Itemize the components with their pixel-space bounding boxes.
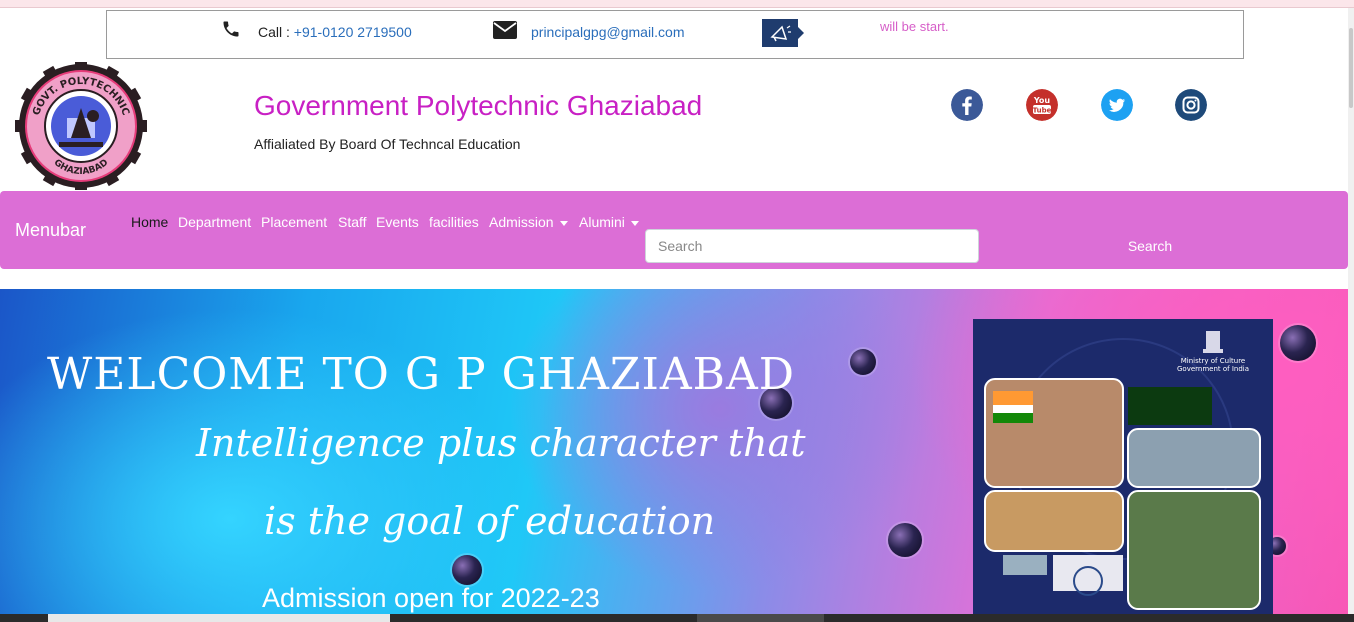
search-input[interactable] [645,229,979,263]
announcement-marquee: will be start. [880,19,949,34]
college-logo: GOVT. POLYTECHNIC GHAZIABAD [15,62,147,190]
hero-quote-line1: Intelligence plus character that [196,421,806,465]
taskbar-window-button[interactable] [697,614,824,622]
mail-icon [493,21,517,39]
chevron-down-icon [559,220,568,226]
instagram-icon[interactable] [1175,89,1207,121]
nav-placement[interactable]: Placement [261,214,327,230]
decorative-drop [1280,325,1316,361]
announcement-badge [762,19,804,47]
site-subtitle: Affialiated By Board Of Techncal Educati… [254,136,521,152]
admission-notice: Admission open for 2022-23 [262,583,600,613]
email-link[interactable]: principalgpg@gmail.com [531,24,685,40]
navbar-brand[interactable]: Menubar [15,220,86,241]
decorative-drop [888,523,922,557]
nav-alumini-label: Alumini [579,214,625,230]
megaphone-icon [770,25,791,42]
decorative-drop [452,555,482,585]
search-button[interactable]: Search [1095,229,1205,263]
twitter-icon[interactable] [1101,89,1133,121]
contact-bar: Call : +91-0120 2719500 principalgpg@gma… [106,10,1244,59]
phone-number-link[interactable]: +91-0120 2719500 [294,24,412,40]
nav-department[interactable]: Department [178,214,251,230]
call-text: Call : +91-0120 2719500 [258,24,412,40]
nav-staff[interactable]: Staff [338,214,367,230]
taskbar-window-button[interactable] [48,614,390,622]
svg-text:Tube: Tube [1033,107,1052,115]
main-navbar: Menubar Home Department Placement Staff … [0,191,1348,269]
emblem-icon [1203,331,1223,353]
page-scrollbar[interactable] [1348,8,1354,614]
nav-alumini-dropdown[interactable]: Alumini [579,214,639,230]
chevron-down-icon [630,220,639,226]
youtube-icon[interactable]: You Tube [1026,89,1058,121]
phone-icon [223,21,239,37]
hero-title: WELCOME TO G P GHAZIABAD [47,349,796,400]
decorative-drop [850,349,876,375]
call-label: Call : [258,24,294,40]
facebook-icon[interactable] [951,89,983,121]
nav-admission-dropdown[interactable]: Admission [489,214,568,230]
poster-caption-line1: Ministry of Culture [1181,357,1245,365]
os-taskbar [0,614,1354,622]
hero-banner: WELCOME TO G P GHAZIABAD Intelligence pl… [0,289,1348,615]
culture-poster[interactable]: Ministry of Culture Government of India [973,319,1273,615]
top-strip [0,0,1354,8]
nav-events[interactable]: Events [376,214,419,230]
nav-facilities[interactable]: facilities [429,214,479,230]
nav-admission-label: Admission [489,214,554,230]
hero-quote-line2: is the goal of education [264,499,716,543]
poster-caption-line2: Government of India [1177,365,1249,373]
nav-home[interactable]: Home [131,214,168,230]
scrollbar-thumb[interactable] [1349,28,1353,108]
site-title: Government Polytechnic Ghaziabad [254,90,703,121]
svg-text:You: You [1033,96,1051,105]
